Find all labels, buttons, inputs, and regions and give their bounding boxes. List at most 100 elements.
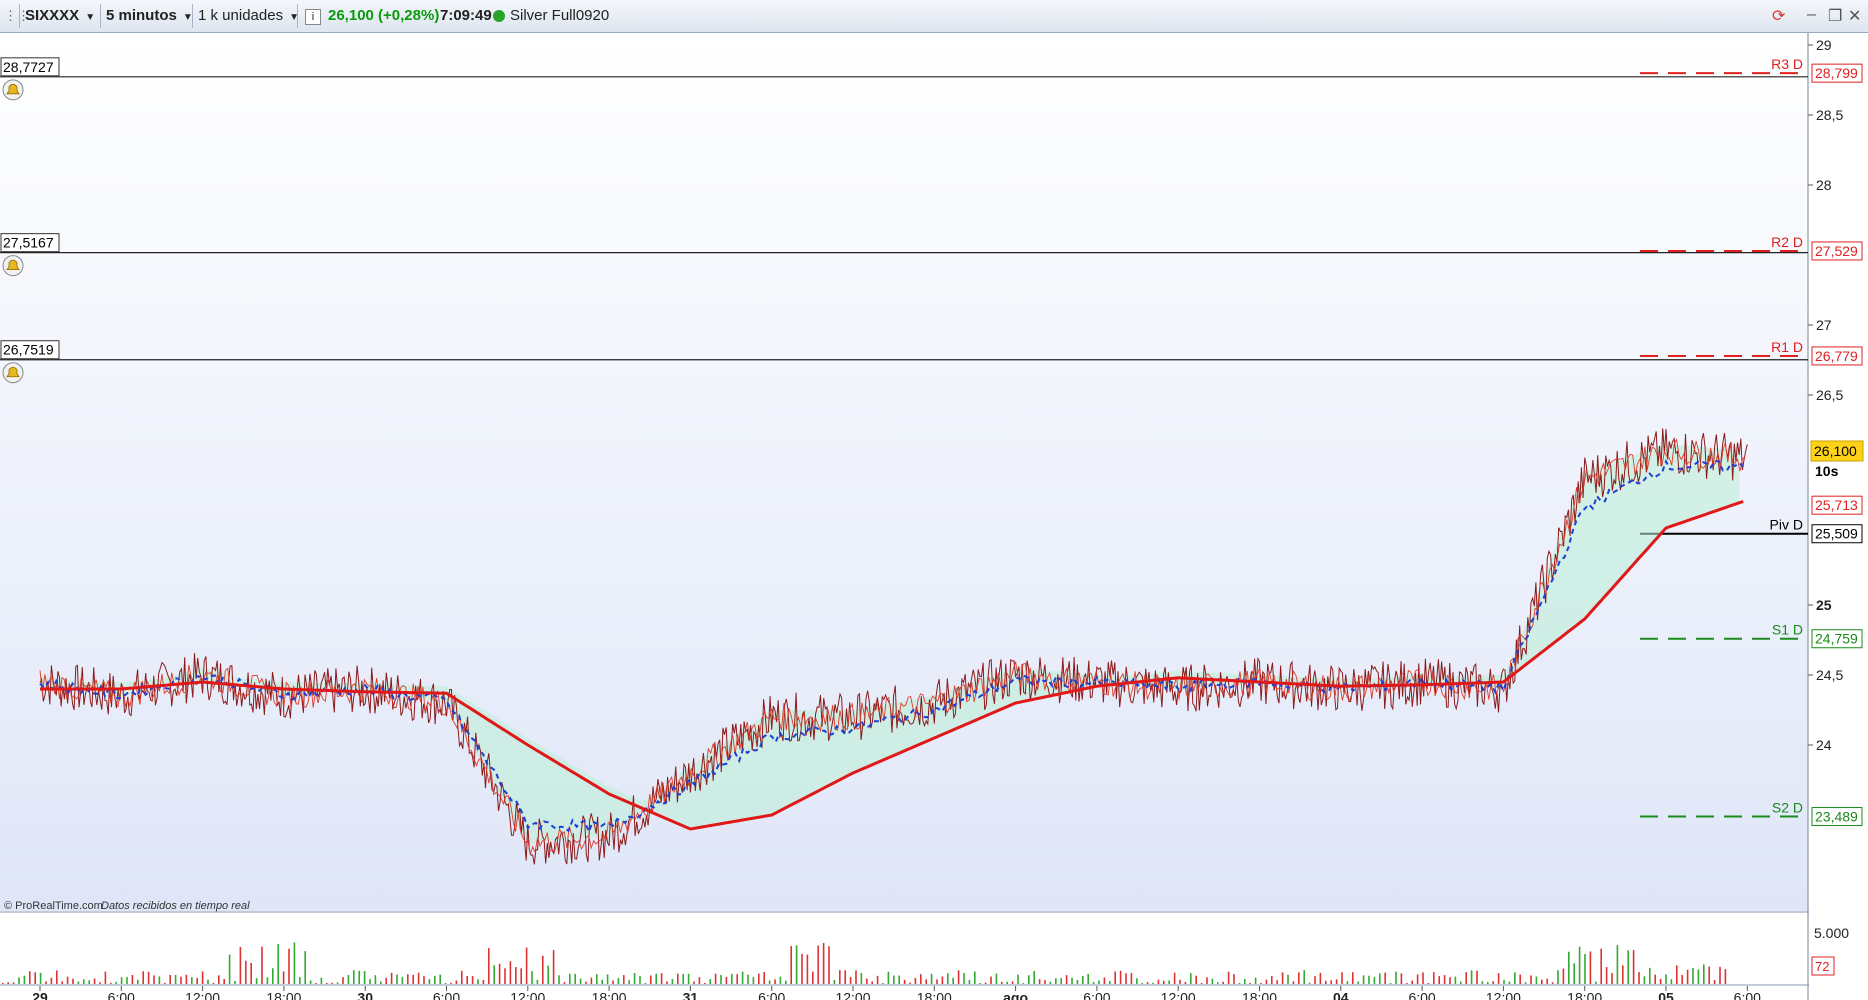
volume-bar [245,960,247,984]
close-icon[interactable]: ✕ [1848,6,1861,26]
symbol-selector[interactable]: SIXXXX ▼ [25,0,95,32]
volume-bar [552,950,555,984]
volume-bar [1006,981,1008,984]
volume-bar [839,970,841,984]
pivot-name: R1 D [1771,339,1803,355]
volume-bar [239,946,242,984]
price-axis-label: 29 [1816,37,1832,53]
volume-bar [1416,974,1419,984]
volume-panel [0,913,1808,985]
volume-bar [331,982,333,984]
volume-bar [644,983,647,984]
volume-bar [1443,975,1446,984]
volume-bar [990,976,992,984]
bell-icon[interactable] [2,362,24,384]
time-axis-label: 04 [1333,990,1349,1000]
volume-bar [477,979,479,984]
volume-bar [1028,975,1030,984]
volume-bar [353,970,355,984]
info-icon[interactable]: i [305,9,321,25]
volume-bar [957,970,960,984]
volume-bar [1595,981,1597,984]
alert-price-label: 28,7727 [3,59,54,75]
volume-bar [1578,946,1581,984]
volume-bar [1676,965,1678,984]
volume-bar [288,948,290,984]
volume-bar [1503,979,1505,984]
units-selector[interactable]: 1 k unidades ▼ [198,0,299,32]
volume-bar [1719,966,1721,984]
volume-bar [655,973,657,984]
timeframe-selector[interactable]: 5 minutos ▼ [106,0,193,32]
restore-icon[interactable]: ❐ [1828,6,1842,26]
time-axis-label: 18:00 [917,990,952,1000]
volume-bar [1649,967,1651,984]
volume-bar [1114,971,1116,984]
time-axis-label: 6:00 [758,990,785,1000]
price-chart[interactable]: R3 D 28,799 R2 D 27,529 R1 D 26,779 Piv D 25,50… [0,33,1868,1000]
volume-bar [1541,979,1543,984]
price-axis-label: 24,5 [1816,667,1843,683]
volume-bar [1341,972,1343,984]
volume-bar [968,980,971,984]
volume-bar [1449,977,1451,984]
volume-bar [1622,965,1624,984]
volume-bar [790,946,792,984]
volume-bar [1130,973,1133,984]
volume-bar [293,942,296,984]
time-axis-label: 12:00 [510,990,545,1000]
time-axis-label: 18:00 [1567,990,1602,1000]
volume-bar [1222,981,1224,984]
volume-bar [1524,982,1527,984]
volume-bar [1535,976,1538,984]
plot-area[interactable] [0,33,1808,911]
volume-bar [1109,981,1111,984]
volume-bar [920,974,922,984]
volume-bar [995,973,998,984]
volume-bar [893,975,895,984]
volume-bar [326,983,328,984]
pivot-price-label: 23,489 [1815,809,1858,825]
volume-bar [1168,980,1170,984]
sync-icon[interactable]: ⟳ [1772,6,1785,26]
volume-bar [1082,975,1084,984]
volume-bar [1330,980,1332,984]
volume-bar [963,973,965,984]
time-axis-label: 12:00 [1161,990,1196,1000]
volume-bar [1454,976,1457,984]
bell-icon[interactable] [2,79,24,101]
time-axis-label: ago [1003,990,1028,1000]
volume-bar [1141,983,1143,984]
volume-bar [1546,978,1548,984]
volume-bar [336,982,339,984]
volume-bar [871,981,873,984]
volume-bar [1460,981,1462,984]
bell-icon[interactable] [2,255,24,277]
volume-bar [1217,982,1219,984]
volume-bar [385,977,387,984]
pivot-price-label: 24,759 [1815,631,1858,647]
volume-bar [77,981,80,984]
volume-bar [1497,973,1500,984]
volume-bar [142,971,144,984]
volume-bar [1346,981,1349,984]
volume-bar [1308,982,1311,984]
price-axis-label: 28 [1816,177,1832,193]
volume-bar [1292,981,1295,984]
pivot-name: Piv D [1770,517,1803,533]
volume-bar [758,973,760,984]
volume-bar [936,979,938,984]
volume-bar [1287,974,1289,984]
time-axis-label: 12:00 [185,990,220,1000]
volume-bar [714,973,717,984]
volume-bar [520,968,522,984]
volume-bar [39,972,42,984]
volume-bar [1589,951,1592,984]
volume-bar [925,979,927,984]
time-axis-label: 30 [357,990,373,1000]
volume-bar [509,961,512,984]
time-axis-label: 12:00 [1486,990,1521,1000]
time-axis-label: 6:00 [1734,990,1761,1000]
minimize-icon[interactable]: – [1807,6,1816,24]
price-axis-label: 27 [1816,317,1832,333]
